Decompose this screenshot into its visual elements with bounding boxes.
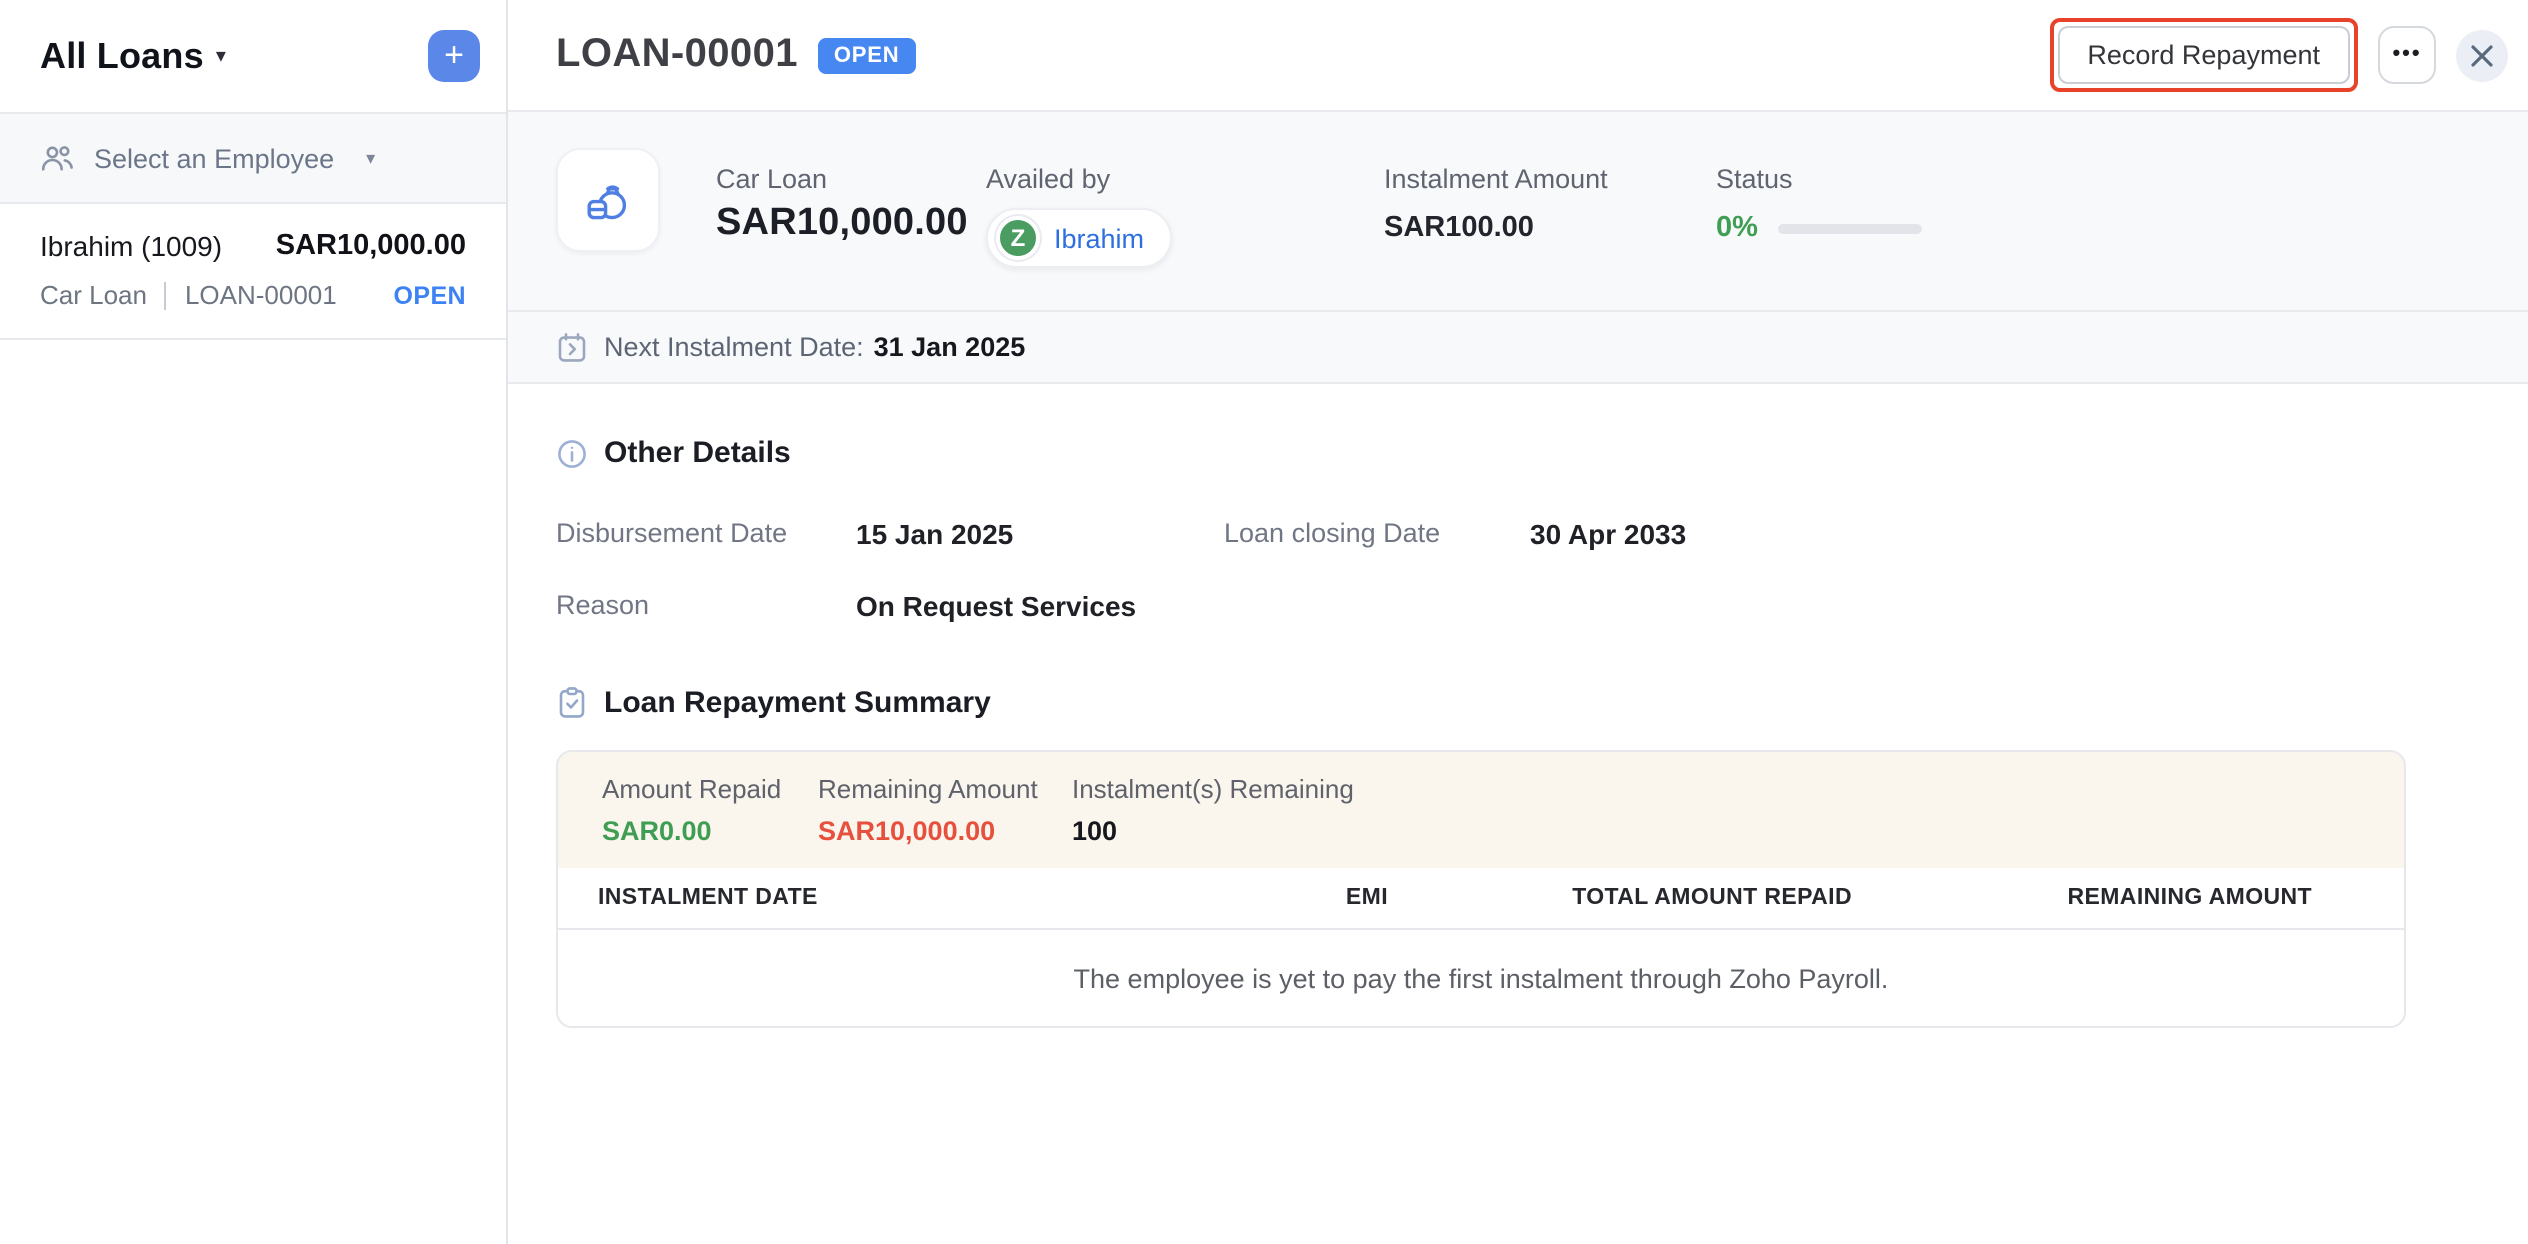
column-header: REMAINING AMOUNT: [1852, 886, 2404, 910]
loan-item-amount: SAR10,000.00: [276, 230, 466, 262]
stat-label: Remaining Amount: [818, 774, 1038, 804]
employee-filter-dropdown[interactable]: Select an Employee ▾: [0, 112, 506, 204]
stat-value: 100: [1072, 816, 1354, 846]
page-title: LOAN-00001: [556, 32, 798, 78]
main-panel: LOAN-00001 OPEN Record Repayment •••: [508, 0, 2528, 1244]
empty-state-message: The employee is yet to pay the first ins…: [558, 930, 2404, 1026]
next-instalment-row: Next Instalment Date: 31 Jan 2025: [508, 310, 2528, 382]
sidebar-title: All Loans: [40, 35, 204, 77]
repayment-stats: Amount Repaid SAR0.00 Remaining Amount S…: [558, 752, 2404, 868]
close-button[interactable]: [2456, 29, 2508, 81]
divider: [165, 281, 167, 309]
loan-item-id: LOAN-00001: [185, 280, 337, 310]
column-header: TOTAL AMOUNT REPAID: [1388, 886, 1852, 910]
avatar: Z: [996, 216, 1040, 260]
field-label: Reason: [556, 590, 856, 622]
loan-amount: SAR10,000.00: [716, 202, 968, 246]
stat-label: Amount Repaid: [602, 774, 781, 804]
chevron-down-icon: ▾: [216, 45, 226, 67]
next-instalment-date: 31 Jan 2025: [874, 332, 1026, 362]
column-header: EMI: [1018, 886, 1388, 910]
loans-app: All Loans ▾ + Select an Employee ▾ Ibrah…: [0, 0, 2528, 1244]
all-loans-dropdown[interactable]: All Loans ▾: [40, 35, 226, 77]
more-options-button[interactable]: •••: [2378, 26, 2436, 84]
field-value: On Request Services: [856, 590, 1224, 622]
field-label: Disbursement Date: [556, 518, 856, 550]
info-icon: [556, 437, 588, 469]
stat-label: Instalment(s) Remaining: [1072, 774, 1354, 804]
detail-header: LOAN-00001 OPEN Record Repayment •••: [508, 0, 2528, 112]
other-details-title: Other Details: [604, 436, 791, 470]
loan-list-item[interactable]: Ibrahim (1009) SAR10,000.00 Car Loan LOA…: [0, 204, 506, 340]
employee-link[interactable]: Ibrahim: [1054, 223, 1144, 253]
repayment-card: Amount Repaid SAR0.00 Remaining Amount S…: [556, 750, 2406, 1028]
other-details-section: Other Details Disbursement Date 15 Jan 2…: [508, 384, 2528, 622]
availed-by-block: Availed by Z Ibrahim: [986, 164, 1172, 268]
instalment-amount-block: Instalment Amount SAR100.00: [1384, 164, 1608, 244]
loan-type: Car Loan: [716, 164, 968, 194]
loan-summary-band: Car Loan SAR10,000.00 Availed by Z Ibrah…: [508, 112, 2528, 384]
column-header: INSTALMENT DATE: [558, 886, 1018, 910]
money-bag-icon: [581, 173, 635, 227]
progress-bar: [1778, 223, 1922, 233]
close-icon: [2470, 43, 2494, 67]
loan-icon-tile: [556, 148, 660, 252]
repayment-table-header: INSTALMENT DATE EMI TOTAL AMOUNT REPAID …: [558, 868, 2404, 930]
sidebar-header: All Loans ▾ +: [0, 0, 506, 112]
stat-instalments-remaining: Instalment(s) Remaining 100: [1072, 774, 1354, 846]
availed-by-label: Availed by: [986, 164, 1172, 194]
status-badge: OPEN: [818, 37, 916, 73]
status-label: Status: [1716, 164, 1922, 194]
stat-amount-repaid: Amount Repaid SAR0.00: [602, 774, 781, 846]
employee-chip[interactable]: Z Ibrahim: [986, 208, 1172, 268]
status-percent: 0%: [1716, 212, 1758, 244]
field-value: 30 Apr 2033: [1530, 518, 2480, 550]
calendar-next-icon: [556, 331, 588, 363]
stat-value: SAR10,000.00: [818, 816, 1038, 846]
stat-value: SAR0.00: [602, 816, 781, 846]
instalment-amount-label: Instalment Amount: [1384, 164, 1608, 194]
loan-item-employee: Ibrahim (1009): [40, 230, 222, 262]
chevron-down-icon: ▾: [366, 147, 375, 169]
loan-type-block: Car Loan SAR10,000.00: [716, 164, 968, 246]
add-loan-button[interactable]: +: [428, 30, 480, 82]
loan-item-status-badge: OPEN: [394, 281, 466, 309]
record-repayment-button[interactable]: Record Repayment: [2057, 26, 2350, 84]
repayment-summary-section: Loan Repayment Summary Amount Repaid SAR…: [508, 622, 2528, 1028]
users-icon: [40, 143, 74, 173]
page: All Loans ▾ + Select an Employee ▾ Ibrah…: [0, 0, 2528, 1244]
sidebar: All Loans ▾ + Select an Employee ▾ Ibrah…: [0, 0, 508, 1244]
field-label: Loan closing Date: [1224, 518, 1530, 550]
instalment-amount-value: SAR100.00: [1384, 212, 1608, 244]
stat-remaining-amount: Remaining Amount SAR10,000.00: [818, 774, 1038, 846]
loan-item-type: Car Loan: [40, 280, 147, 310]
repayment-summary-title: Loan Repayment Summary: [604, 686, 991, 720]
status-block: Status 0%: [1716, 164, 1922, 244]
field-value: 15 Jan 2025: [856, 518, 1224, 550]
employee-filter-label: Select an Employee: [94, 143, 334, 173]
next-instalment-label: Next Instalment Date:: [604, 332, 864, 362]
annotation-highlight: Record Repayment: [2049, 18, 2358, 92]
clipboard-check-icon: [556, 686, 588, 720]
